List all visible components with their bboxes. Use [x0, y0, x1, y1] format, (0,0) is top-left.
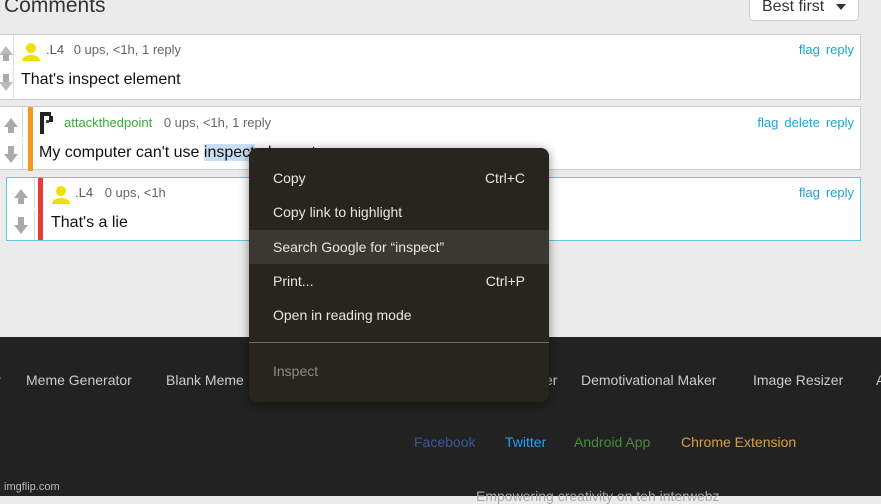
footer-android-link[interactable]: Android App: [574, 434, 650, 450]
menu-item-label: Print...: [273, 273, 314, 289]
footer-twitter-link[interactable]: Twitter: [505, 434, 546, 450]
menu-separator: [249, 342, 549, 343]
sort-dropdown[interactable]: Best first: [749, 0, 859, 21]
menu-item-shortcut: Ctrl+P: [485, 273, 525, 289]
context-menu: Copy Ctrl+C Copy link to highlight Searc…: [249, 148, 549, 402]
comment-1: .L4 0 ups, <1h, 1 reply flag reply That's…: [0, 34, 861, 100]
comment-stats: 0 ups, <1h: [104, 185, 166, 200]
flag-link[interactable]: flag: [757, 115, 778, 130]
arrow-up-icon: [13, 188, 28, 204]
arrow-down-icon: [0, 74, 13, 91]
comment-text-before: My computer can't use: [39, 144, 204, 161]
footer-link-meme-generator[interactable]: Meme Generator: [26, 372, 132, 388]
username-link[interactable]: attackthedpoint: [64, 115, 152, 130]
reply-link[interactable]: reply: [826, 115, 854, 130]
footer-chrome-link[interactable]: Chrome Extension: [681, 434, 796, 450]
footer-link-demotivational-maker[interactable]: Demotivational Maker: [581, 372, 716, 388]
upvote-button[interactable]: [0, 107, 23, 137]
user-avatar-icon: [22, 43, 40, 61]
delete-link[interactable]: delete: [784, 115, 819, 130]
menu-item-label: Search Google for “inspect”: [273, 239, 445, 255]
comment-meta: .L4 0 ups, <1h, 1 reply: [46, 42, 181, 57]
menu-item-copy-link[interactable]: Copy link to highlight: [249, 195, 549, 229]
user-avatar-icon: [40, 112, 53, 134]
comment-text: That's a lie: [51, 214, 128, 231]
username-link[interactable]: .L4: [46, 42, 64, 57]
username-link[interactable]: .L4: [75, 185, 93, 200]
menu-item-copy[interactable]: Copy Ctrl+C: [249, 161, 549, 195]
comments-heading: Comments: [4, 0, 106, 17]
comment-actions: flag reply: [793, 185, 854, 200]
comment-meta: .L4 0 ups, <1h: [75, 185, 166, 200]
sort-label: Best first: [762, 0, 825, 15]
upvote-button[interactable]: [7, 178, 35, 208]
user-avatar-icon: [52, 186, 70, 204]
comment-stats: 0 ups, <1h, 1 reply: [163, 115, 272, 130]
comment-actions: flag delete reply: [751, 115, 854, 130]
arrow-down-icon: [13, 216, 28, 234]
menu-item-shortcut: Ctrl+C: [484, 170, 525, 186]
comment-stats: 0 ups, <1h, 1 reply: [73, 42, 182, 57]
reply-link[interactable]: reply: [826, 185, 854, 200]
menu-item-label: Copy link to highlight: [273, 204, 403, 220]
comment-text: That's inspect element: [21, 71, 181, 88]
upvote-button[interactable]: [0, 35, 14, 66]
thread-bar: [28, 107, 33, 171]
menu-item-search-google[interactable]: Search Google for “inspect”: [249, 230, 549, 264]
menu-item-label: Inspect: [273, 363, 319, 379]
arrow-up-icon: [3, 117, 18, 133]
footer-facebook-link[interactable]: Facebook: [414, 434, 475, 450]
reply-link[interactable]: reply: [826, 42, 854, 57]
menu-item-label: Open in reading mode: [273, 307, 412, 323]
flag-link[interactable]: flag: [799, 185, 820, 200]
footer-link[interactable]: A: [876, 372, 881, 388]
caret-down-icon: [836, 4, 846, 10]
arrow-down-icon: [3, 145, 18, 163]
menu-item-reading-mode[interactable]: Open in reading mode: [249, 298, 549, 332]
downvote-button[interactable]: [0, 139, 23, 169]
downvote-button[interactable]: [0, 67, 14, 98]
footer-tagline: Empowering creativity on teh interwebz: [476, 488, 720, 504]
menu-item-print[interactable]: Print... Ctrl+P: [249, 264, 549, 298]
flag-link[interactable]: flag: [799, 42, 820, 57]
menu-item-label: Copy: [273, 170, 306, 186]
selected-text: inspect: [203, 144, 255, 161]
footer-link-blank-meme[interactable]: Blank Meme: [166, 372, 244, 388]
downvote-button[interactable]: [7, 210, 35, 240]
imgflip-watermark: imgflip.com: [4, 481, 60, 493]
footer-link-image-resizer[interactable]: Image Resizer: [753, 372, 843, 388]
menu-item-inspect[interactable]: Inspect: [249, 354, 549, 388]
comment-meta: attackthedpoint 0 ups, <1h, 1 reply: [64, 115, 271, 130]
thread-bar: [38, 178, 43, 240]
arrow-up-icon: [0, 46, 13, 61]
footer-link[interactable]: r: [0, 372, 1, 388]
comment-actions: flag reply: [793, 42, 854, 57]
